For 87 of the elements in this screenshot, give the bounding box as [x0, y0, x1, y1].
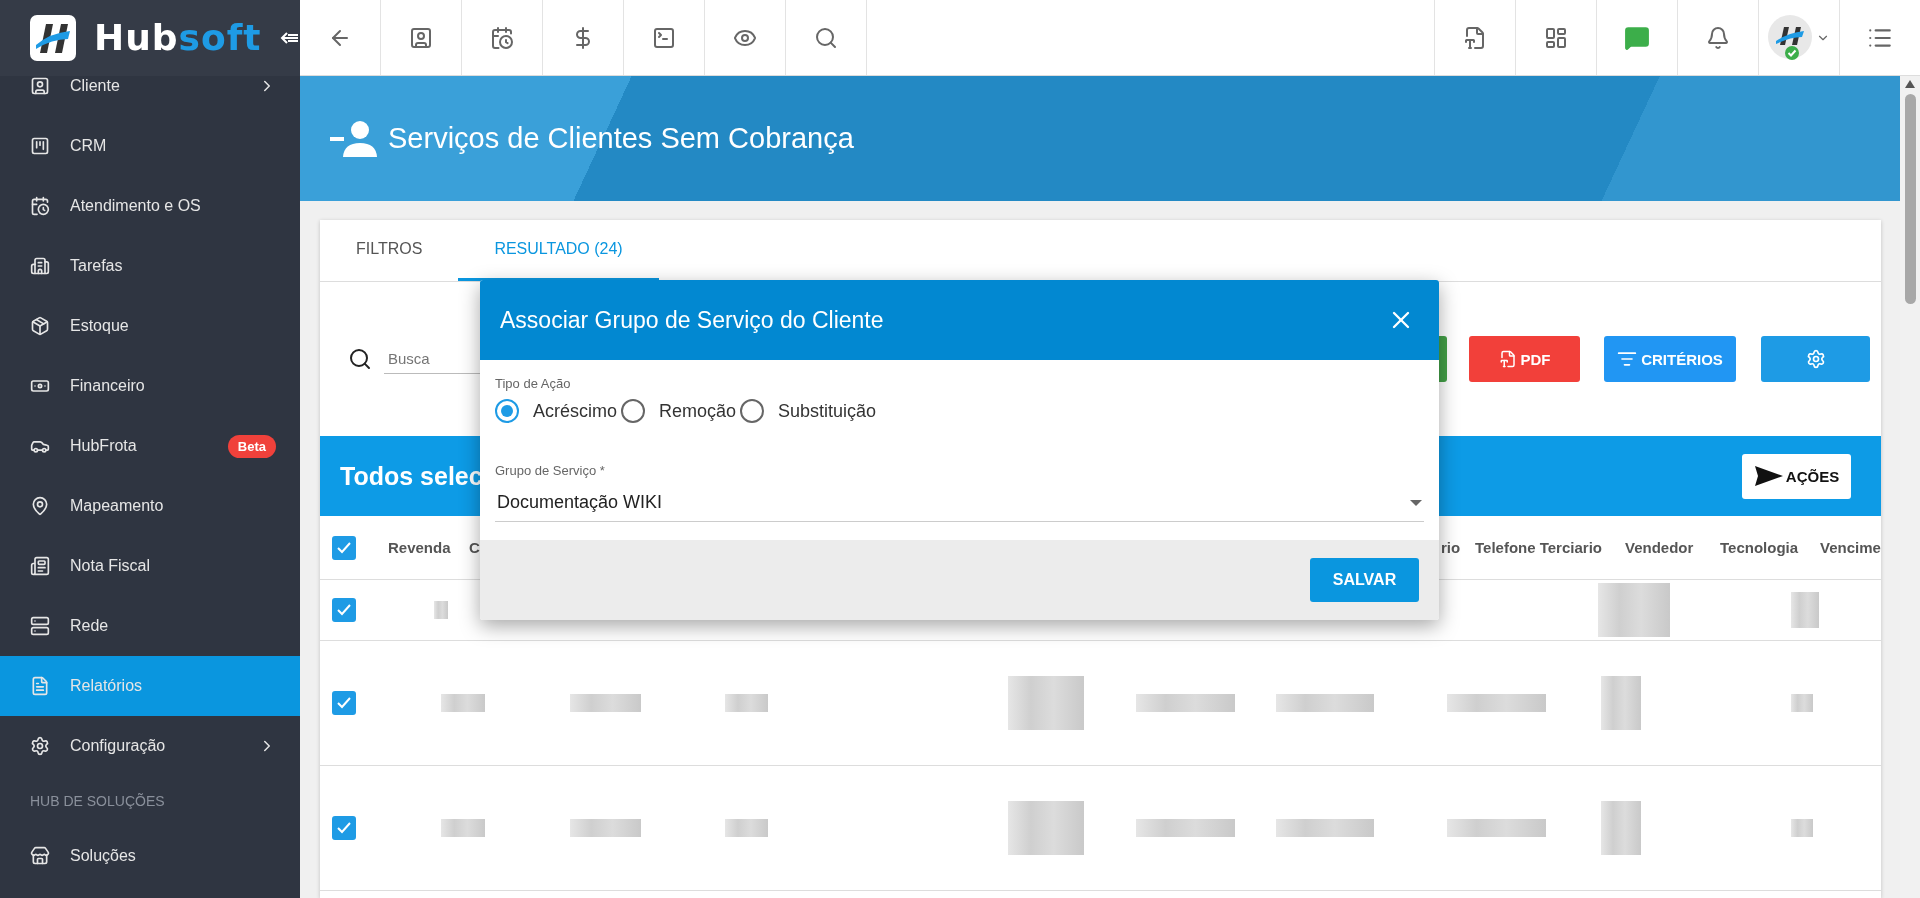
board-icon — [30, 136, 50, 156]
message-icon[interactable] — [1624, 24, 1650, 51]
bell-icon[interactable] — [1706, 25, 1730, 50]
blurred-text — [441, 694, 485, 712]
select-all-checkbox[interactable] — [332, 535, 356, 560]
row-checkbox[interactable] — [332, 816, 356, 840]
selection-text: Todos selec — [340, 461, 483, 491]
blurred-text — [570, 694, 641, 712]
column-header: Telefone Terciario — [1475, 539, 1602, 556]
row-checkbox[interactable] — [332, 691, 356, 715]
blurred-text — [1601, 676, 1641, 730]
radio-label: Substituição — [778, 400, 877, 422]
column-header: Vencime — [1820, 539, 1881, 556]
store-icon — [30, 846, 50, 866]
contact-card-icon — [30, 76, 50, 96]
column-header: C — [469, 539, 480, 556]
contact-card-icon[interactable] — [409, 25, 433, 50]
column-header: Vendedor — [1625, 539, 1694, 556]
sidebar-item[interactable]: Financeiro — [0, 356, 300, 416]
logo-icon — [30, 15, 76, 61]
settings-icon — [1805, 349, 1826, 369]
section-label: HUB DE SOLUÇÕES — [29, 792, 166, 811]
sidebar-item[interactable]: Configuração — [0, 716, 300, 776]
blurred-text — [1791, 592, 1819, 628]
actions-button[interactable]: AÇÕES — [1742, 453, 1851, 499]
map-pin-icon — [30, 496, 50, 516]
sidebar-item[interactable]: Soluções — [0, 826, 300, 886]
scroll-up-icon[interactable] — [1905, 80, 1915, 88]
beta-badge: Beta — [227, 434, 276, 458]
sidebar-item[interactable]: HubFrota Beta — [0, 416, 300, 476]
dialog-title: Associar Grupo de Serviço do Cliente — [500, 306, 885, 334]
avatar[interactable] — [1768, 14, 1814, 61]
field-label: Tipo de Ação — [495, 376, 572, 391]
newspaper-icon — [30, 556, 50, 576]
sidebar-item[interactable]: Tarefas — [0, 236, 300, 296]
blurred-text — [441, 819, 485, 837]
column-header: rio — [1441, 539, 1461, 556]
tab[interactable]: FILTROS — [320, 220, 459, 281]
checkmark-icon — [336, 821, 352, 835]
send-icon — [1753, 465, 1784, 487]
sidebar-item[interactable]: Atendimento e OS — [0, 176, 300, 236]
blurred-text — [725, 819, 768, 837]
search-icon[interactable] — [814, 25, 838, 50]
sidebar-item[interactable]: Mapeamento — [0, 476, 300, 536]
page-title: Serviços de Clientes Sem Cobrança — [388, 122, 854, 155]
settings-icon — [30, 736, 50, 756]
blurred-text — [1791, 819, 1813, 837]
checkmark-icon — [336, 696, 352, 710]
user-minus-icon — [330, 118, 380, 159]
column-header: Revenda — [388, 539, 451, 556]
dashboard-icon[interactable] — [1544, 25, 1568, 50]
calendar-clock-icon[interactable] — [490, 25, 514, 50]
collapse-icon[interactable] — [279, 31, 300, 45]
sidebar-item[interactable]: Rede — [0, 596, 300, 656]
calendar-clock-icon — [30, 196, 50, 216]
box-icon — [30, 316, 50, 336]
search-icon — [348, 347, 372, 371]
service-group-select[interactable]: Documentação WIKI — [495, 484, 1424, 522]
filter-icon — [1617, 349, 1638, 369]
scrollbar-thumb[interactable] — [1904, 94, 1916, 304]
radio-label: Acréscimo — [533, 400, 617, 422]
sidebar-item[interactable]: Estoque — [0, 296, 300, 356]
sidebar-item[interactable]: Cliente — [0, 76, 300, 116]
checkmark-icon — [336, 540, 352, 555]
terminal-icon[interactable] — [652, 25, 676, 50]
caret-icon — [1410, 499, 1422, 506]
document-icon — [30, 676, 50, 696]
row-checkbox[interactable] — [332, 598, 356, 622]
checkmark-icon — [336, 603, 352, 617]
server-icon — [30, 616, 50, 636]
blurred-text — [434, 601, 448, 619]
column-header: Tecnologia — [1720, 539, 1799, 556]
radio-button[interactable] — [621, 399, 645, 423]
building-icon — [30, 256, 50, 276]
brand-name: Hubsoft — [94, 20, 262, 56]
sidebar-item[interactable]: Nota Fiscal — [0, 536, 300, 596]
blurred-text — [725, 694, 768, 712]
blurred-text — [570, 819, 641, 837]
pdf-button[interactable]: PDF — [1469, 336, 1580, 382]
blurred-text — [1598, 583, 1670, 637]
radio-button[interactable] — [495, 399, 519, 423]
blurred-text — [1601, 801, 1641, 855]
radio-button[interactable] — [740, 399, 765, 423]
radio-label: Remoção — [659, 400, 737, 422]
sidebar-item[interactable]: CRM — [0, 116, 300, 176]
field-label: Grupo de Serviço * — [495, 463, 606, 478]
blurred-text — [1791, 694, 1813, 712]
